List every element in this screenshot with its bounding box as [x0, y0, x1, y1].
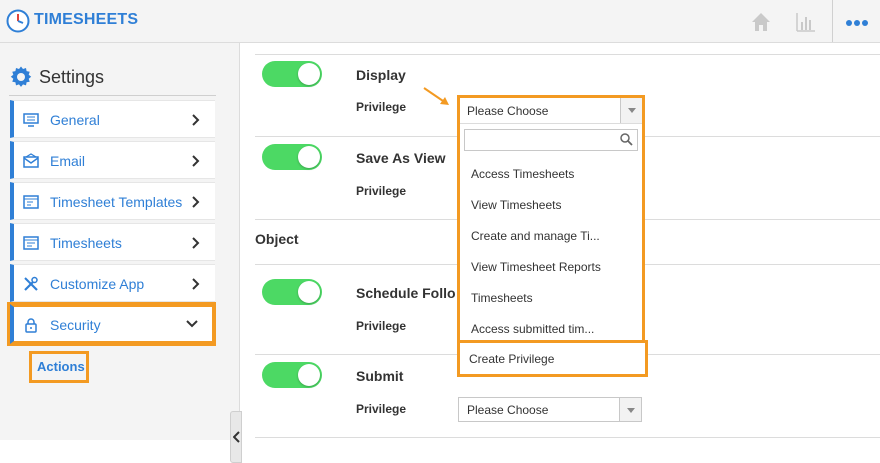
more-icon[interactable]: [846, 20, 868, 26]
chevron-right-icon: [192, 278, 200, 290]
row-title: Save As View: [356, 150, 446, 166]
display-privilege-select[interactable]: Please Choose: [460, 98, 642, 124]
divider: [255, 437, 880, 438]
sidebar-subitem-label: Actions: [37, 359, 85, 374]
submit-toggle[interactable]: [262, 362, 322, 388]
monitor-icon: [23, 113, 39, 127]
row-title: Submit: [356, 368, 404, 384]
timesheet-icon: [23, 236, 39, 250]
gear-icon: [10, 66, 32, 87]
app-title: TIMESHEETS: [34, 11, 139, 28]
template-icon: [23, 195, 39, 209]
privilege-label: Privilege: [356, 402, 407, 416]
sidebar-item-label: General: [50, 112, 100, 128]
divider: [9, 95, 216, 96]
sidebar-item-email[interactable]: Email: [10, 141, 215, 179]
main-panel: Display Privilege Save As View Privilege…: [241, 43, 880, 440]
sidebar-subitem-actions[interactable]: Actions: [29, 351, 89, 383]
topbar-divider: [832, 0, 833, 42]
sidebar-item-label: Security: [50, 317, 101, 333]
save-as-view-toggle[interactable]: [262, 144, 322, 170]
lock-icon: [25, 318, 37, 333]
dropdown-option[interactable]: Access submitted tim...: [471, 322, 594, 336]
sidebar: Settings General Email Timesheet Templat…: [0, 43, 242, 463]
chevron-right-icon: [192, 237, 200, 249]
chevron-right-icon: [192, 196, 200, 208]
sidebar-item-timesheets[interactable]: Timesheets: [10, 223, 215, 261]
sidebar-item-general[interactable]: General: [10, 100, 215, 138]
select-value: Please Choose: [467, 403, 549, 417]
dropdown-option[interactable]: View Timesheet Reports: [471, 260, 601, 274]
top-bar: TIMESHEETS: [0, 0, 880, 43]
sidebar-item-label: Timesheets: [50, 235, 122, 251]
privilege-label: Privilege: [356, 184, 407, 198]
submit-privilege-select[interactable]: Please Choose: [458, 397, 642, 422]
settings-title: Settings: [39, 67, 105, 87]
section-title: Object: [255, 231, 299, 247]
envelope-icon: [23, 153, 39, 168]
home-icon[interactable]: [749, 10, 773, 34]
chevron-right-icon: [192, 114, 200, 126]
dropdown-option[interactable]: Timesheets: [471, 291, 533, 305]
sidebar-item-customize-app[interactable]: Customize App: [10, 264, 215, 302]
dropdown-option[interactable]: Access Timesheets: [471, 167, 574, 181]
sidebar-item-timesheet-templates[interactable]: Timesheet Templates: [10, 182, 215, 220]
chevron-right-icon: [192, 155, 200, 167]
row-title: Schedule Follo: [356, 285, 456, 301]
search-icon: [620, 133, 633, 146]
sidebar-item-label: Customize App: [50, 276, 145, 292]
bar-chart-icon[interactable]: [794, 10, 818, 34]
row-title: Display: [356, 67, 406, 83]
chevron-down-icon: [186, 320, 198, 328]
privilege-label: Privilege: [356, 100, 407, 114]
schedule-follow-toggle[interactable]: [262, 279, 322, 305]
divider: [255, 54, 880, 55]
dropdown-option[interactable]: Create and manage Ti...: [471, 229, 600, 243]
create-privilege-label: Create Privilege: [469, 352, 555, 366]
annotation-arrow-icon: [423, 87, 449, 105]
dropdown-search-input[interactable]: [464, 129, 638, 151]
clock-icon: [6, 9, 30, 33]
select-value: Please Choose: [467, 104, 549, 118]
create-privilege-option[interactable]: Create Privilege: [457, 340, 648, 377]
sidebar-item-label: Timesheet Templates: [50, 194, 183, 210]
privilege-dropdown[interactable]: Please Choose Access Timesheets View Tim…: [457, 95, 645, 377]
dropdown-arrow-icon: [620, 98, 642, 123]
tools-icon: [24, 276, 38, 291]
dropdown-arrow-icon: [619, 398, 641, 421]
dropdown-option[interactable]: View Timesheets: [471, 198, 562, 212]
chevron-left-icon: [233, 431, 240, 443]
privilege-label: Privilege: [356, 319, 407, 333]
sidebar-item-security[interactable]: Security: [10, 304, 215, 344]
sidebar-item-label: Email: [50, 153, 86, 169]
display-toggle[interactable]: [262, 61, 322, 87]
